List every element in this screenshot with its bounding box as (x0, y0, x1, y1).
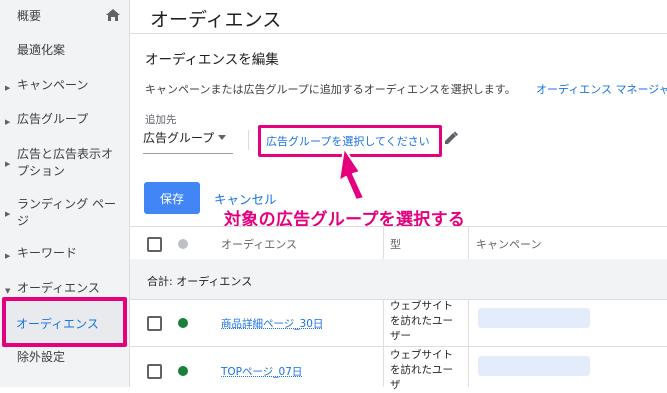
field-separator (248, 130, 249, 150)
sidebar-item-ads-extensions[interactable]: ▶ 広告と広告表示オ プション (0, 146, 129, 180)
table-top-divider (130, 226, 667, 227)
audience-type-cell: ウェブサイト を訪れたユー ザー (390, 299, 468, 344)
sidebar-item-label: 除外設定 (17, 349, 65, 365)
sidebar-item-audiences-active[interactable]: オーディエンス (2, 297, 127, 347)
column-header-campaign[interactable]: キャンペーン (476, 236, 541, 252)
expand-arrow-icon: ▶ (5, 206, 10, 222)
type-line: ウェブサイト (390, 299, 468, 314)
sidebar-item-label: ジ (17, 213, 29, 229)
expand-arrow-icon: ▶ (5, 114, 10, 130)
audience-type-cell: ウェブサイト を訪れたユー ザ (390, 348, 468, 393)
sidebar-item-label: 概要 (17, 8, 41, 24)
column-header-type[interactable]: 型 (390, 236, 401, 252)
home-icon[interactable] (106, 9, 120, 21)
row-checkbox[interactable] (147, 316, 162, 331)
sidebar-item-label: 広告と広告表示オ (17, 146, 113, 162)
sidebar: 概要 最適化案 ▶ キャンペーン ▶ 広告グループ ▶ 広告と広告表示オ プショ… (0, 0, 129, 387)
type-line: ザ (390, 378, 468, 393)
audience-name-link[interactable]: TOPページ_07日 (221, 364, 302, 379)
column-separator (383, 227, 384, 387)
dropdown-caret-icon[interactable] (218, 135, 226, 140)
audience-manager-link[interactable]: オーディエンス マネージャ (536, 81, 667, 97)
sidebar-item-label: 最適化案 (17, 42, 65, 58)
sidebar-item-label: オーディエンス (16, 315, 99, 332)
expand-arrow-icon: ▶ (5, 80, 10, 96)
sidebar-item-label: ランディング ペー (17, 196, 116, 212)
select-underline (143, 153, 233, 154)
sidebar-item-landing-pages[interactable]: ▶ ランディング ペー ジ (0, 196, 129, 230)
type-line: ザー (390, 329, 468, 344)
edit-description: キャンペーンまたは広告グループに追加するオーディエンスを選択します。 (145, 81, 516, 97)
expand-arrow-icon: ▶ (5, 156, 10, 172)
redacted-campaign (478, 308, 590, 328)
sidebar-item-label: オーディエンス (17, 280, 100, 296)
header-divider (130, 33, 667, 34)
page-title: オーディエンス (150, 5, 281, 32)
edit-panel-title: オーディエンスを編集 (145, 48, 279, 68)
status-enabled-dot (178, 366, 188, 376)
sidebar-item-label: キャンペーン (17, 77, 88, 93)
type-line: を訪れたユー (390, 363, 468, 378)
status-header-dot (178, 239, 188, 249)
type-line: を訪れたユー (390, 314, 468, 329)
type-line: ウェブサイト (390, 348, 468, 363)
add-to-label: 追加先 (145, 112, 177, 127)
row-divider (130, 346, 667, 347)
callout-arrow-icon (330, 146, 380, 202)
sidebar-item-label: 広告グループ (17, 111, 88, 127)
audience-name-link[interactable]: 商品詳細ページ_30日 (221, 316, 323, 331)
total-row-label: 合計: オーディエンス (147, 273, 252, 289)
row-checkbox[interactable] (147, 364, 162, 379)
pencil-icon[interactable] (444, 131, 458, 145)
sidebar-divider (129, 0, 130, 387)
redacted-campaign (478, 356, 590, 376)
column-header-audience[interactable]: オーディエンス (221, 236, 297, 252)
column-separator (468, 227, 469, 387)
sidebar-item-label: キーワード (17, 245, 77, 261)
save-button[interactable]: 保存 (144, 182, 200, 214)
select-all-checkbox[interactable] (147, 237, 162, 252)
add-to-select[interactable]: 広告グループ (143, 129, 214, 146)
status-enabled-dot (178, 318, 188, 328)
sidebar-item-label: プション (17, 163, 65, 179)
expand-arrow-icon: ▶ (5, 248, 10, 264)
